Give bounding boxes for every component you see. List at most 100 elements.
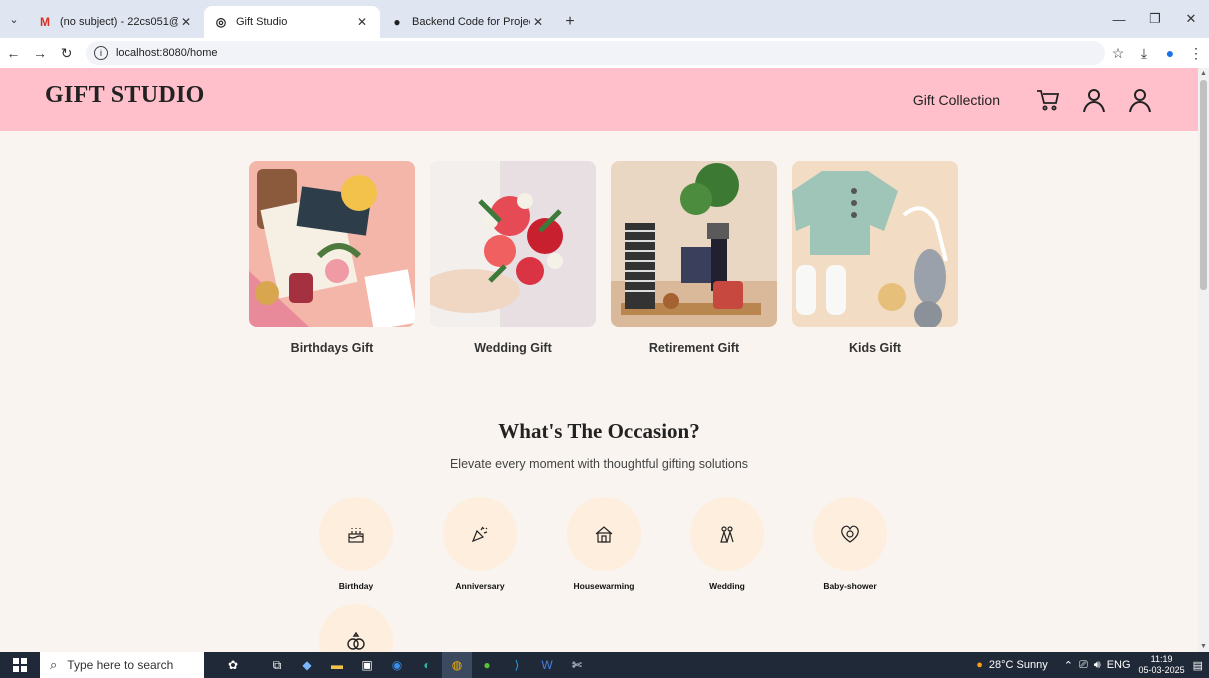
- gift-label[interactable]: Retirement Gift: [611, 341, 777, 355]
- close-tab-icon[interactable]: ✕: [530, 15, 546, 29]
- scroll-down-arrow-icon[interactable]: ▼: [1198, 643, 1209, 650]
- taskbar-search-box[interactable]: ⌕ Type here to search: [40, 652, 204, 678]
- bookmark-star-icon[interactable]: ☆: [1105, 45, 1131, 62]
- url-text: localhost:8080/home: [115, 47, 218, 59]
- network-icon[interactable]: ⎚: [1079, 659, 1088, 672]
- minimize-icon[interactable]: —: [1101, 0, 1137, 38]
- occasion-wedding[interactable]: Wedding: [682, 497, 772, 591]
- account-icon[interactable]: [1122, 82, 1158, 118]
- tab-title: (no subject) - 22cs051@psr.edu: [60, 16, 178, 28]
- url-bar[interactable]: i localhost:8080/home: [85, 41, 1105, 65]
- app-green-icon[interactable]: ●: [472, 652, 502, 678]
- language-indicator[interactable]: ENG: [1107, 659, 1131, 671]
- forward-arrow-icon[interactable]: →: [27, 45, 54, 61]
- new-tab-button[interactable]: +: [556, 6, 584, 38]
- copilot-icon[interactable]: ◆: [292, 652, 322, 678]
- download-icon[interactable]: ⤓: [1131, 45, 1157, 62]
- restore-icon[interactable]: ❐: [1137, 0, 1173, 38]
- word-icon[interactable]: W: [532, 652, 562, 678]
- rings-icon: [347, 631, 365, 650]
- clock-time: 11:19: [1150, 654, 1173, 664]
- windows-start-icon[interactable]: [0, 658, 40, 672]
- tray-chevron-icon[interactable]: ⌃: [1064, 659, 1073, 672]
- tab-gmail[interactable]: M (no subject) - 22cs051@psr.edu ✕: [28, 6, 204, 38]
- party-popper-icon: [471, 526, 488, 543]
- edge-icon[interactable]: ◐: [412, 652, 442, 678]
- search-icon: ⌕: [50, 657, 58, 672]
- occasion-label[interactable]: Housewarming: [559, 581, 649, 591]
- task-view-icon[interactable]: ⧉: [262, 652, 292, 678]
- profile-icon[interactable]: ●: [1157, 45, 1183, 61]
- snipping-tool-icon[interactable]: ✄: [562, 652, 592, 678]
- weather-text[interactable]: 28°C Sunny: [989, 659, 1048, 671]
- vscode-icon[interactable]: ⟩: [502, 652, 532, 678]
- chatgpt-icon: ●: [393, 15, 401, 29]
- occasion-birthday[interactable]: Birthday: [311, 497, 401, 591]
- clock-date: 05-03-2025: [1138, 665, 1185, 675]
- gift-label[interactable]: Birthdays Gift: [249, 341, 415, 355]
- close-window-icon[interactable]: ✕: [1173, 0, 1209, 38]
- cart-icon[interactable]: [1030, 82, 1066, 118]
- header-nav: Gift Collection: [913, 68, 1158, 131]
- weather-icon[interactable]: ●: [976, 659, 983, 671]
- reload-icon[interactable]: ↻: [53, 45, 80, 62]
- occasion-heading: What's The Occasion?: [498, 419, 700, 443]
- occasion-circle[interactable]: [813, 497, 887, 571]
- user-icon[interactable]: [1076, 82, 1112, 118]
- taskbar-search-placeholder: Type here to search: [67, 658, 174, 672]
- birthday-gift-image[interactable]: [249, 161, 415, 327]
- volume-icon[interactable]: 🔊︎: [1094, 659, 1101, 672]
- system-tray: ● 28°C Sunny ⌃ ⎚ 🔊︎ ENG 11:19 05-03-2025…: [976, 654, 1209, 676]
- outlook-icon[interactable]: ◉: [382, 652, 412, 678]
- gift-card-kids[interactable]: Kids Gift: [792, 161, 958, 355]
- menu-dots-icon[interactable]: ⋮: [1183, 45, 1209, 62]
- occasion-circle[interactable]: [319, 497, 393, 571]
- gmail-icon: M: [40, 15, 50, 29]
- scrollbar-thumb[interactable]: [1200, 80, 1207, 290]
- gift-card-wedding[interactable]: Wedding Gift: [430, 161, 596, 355]
- browser-actions: ☆ ⤓ ● ⋮: [1105, 45, 1209, 62]
- occasion-baby-shower[interactable]: Baby-shower: [805, 497, 895, 591]
- address-bar-row: ← → ↻ i localhost:8080/home ☆ ⤓ ● ⋮: [0, 38, 1209, 68]
- taskbar-clock[interactable]: 11:19 05-03-2025: [1139, 654, 1185, 676]
- gift-collection-link[interactable]: Gift Collection: [913, 92, 1000, 108]
- baby-heart-icon: [841, 525, 859, 543]
- windows-taskbar: ⌕ Type here to search ✿ ⧉ ◆ ▬ ▣ ◉ ◐ ◍ ● …: [0, 652, 1209, 678]
- file-explorer-icon[interactable]: ▬: [322, 652, 352, 678]
- page-scrollbar[interactable]: ▲ ▼: [1198, 68, 1209, 652]
- window-controls: — ❐ ✕: [1101, 0, 1209, 38]
- browser-tab-bar: ⌄ M (no subject) - 22cs051@psr.edu ✕ ◎ G…: [0, 0, 1209, 38]
- kids-gift-image[interactable]: [792, 161, 958, 327]
- tab-search-chevron-icon[interactable]: ⌄: [0, 0, 28, 38]
- occasion-circle[interactable]: [690, 497, 764, 571]
- tab-backend-code[interactable]: ● Backend Code for Project ✕: [380, 6, 556, 38]
- house-icon: [595, 526, 613, 543]
- close-tab-icon[interactable]: ✕: [178, 15, 194, 29]
- notification-icon[interactable]: ▤: [1193, 659, 1203, 672]
- occasion-label[interactable]: Anniversary: [435, 581, 525, 591]
- back-arrow-icon[interactable]: ←: [0, 45, 27, 61]
- site-logo[interactable]: GIFT STUDIO: [45, 82, 205, 109]
- scroll-up-arrow-icon[interactable]: ▲: [1198, 70, 1209, 77]
- chrome-icon[interactable]: ◍: [442, 652, 472, 678]
- gift-card-birthdays[interactable]: Birthdays Gift: [249, 161, 415, 355]
- site-info-icon[interactable]: i: [93, 46, 108, 60]
- gift-label[interactable]: Wedding Gift: [430, 341, 596, 355]
- occasion-label[interactable]: Birthday: [311, 581, 401, 591]
- occasion-subtitle: Elevate every moment with thoughtful gif…: [449, 457, 749, 471]
- occasion-circle[interactable]: [443, 497, 517, 571]
- close-tab-icon[interactable]: ✕: [354, 15, 370, 29]
- occasion-housewarming[interactable]: Housewarming: [559, 497, 649, 591]
- flower-widget-icon[interactable]: ✿: [204, 652, 262, 678]
- gift-card-retirement[interactable]: Retirement Gift: [611, 161, 777, 355]
- store-icon[interactable]: ▣: [352, 652, 382, 678]
- retirement-gift-image[interactable]: [611, 161, 777, 327]
- occasion-circle[interactable]: [567, 497, 641, 571]
- occasion-label[interactable]: Baby-shower: [805, 581, 895, 591]
- tab-gift-studio[interactable]: ◎ Gift Studio ✕: [204, 6, 380, 38]
- occasion-label[interactable]: Wedding: [682, 581, 772, 591]
- wedding-gift-image[interactable]: [430, 161, 596, 327]
- occasion-anniversary[interactable]: Anniversary: [435, 497, 525, 591]
- gift-label[interactable]: Kids Gift: [792, 341, 958, 355]
- globe-icon: ◎: [215, 15, 227, 29]
